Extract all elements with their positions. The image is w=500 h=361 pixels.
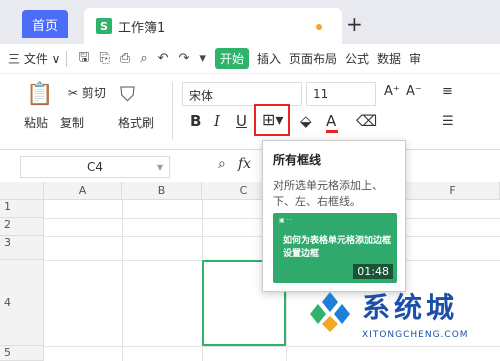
font-color-icon[interactable]: A (326, 112, 338, 133)
chevron-down-icon[interactable]: ▾ (157, 157, 163, 177)
divider (172, 82, 173, 140)
row-header-5[interactable]: 5 (0, 346, 44, 361)
wps-logo-icon: ▣ ··· (279, 217, 293, 224)
new-tab-button[interactable]: + (346, 12, 363, 36)
menu-data[interactable]: 数据 (377, 50, 401, 67)
menu-start[interactable]: 开始 (214, 48, 249, 69)
file-menu[interactable]: 三 文件 ∨ (8, 50, 60, 67)
row-header-3[interactable]: 3 (0, 236, 44, 260)
ribbon: 📋 粘贴 ✂ 剪切 复制 ⛉ 格式刷 宋体 11 A⁺ A⁻ B I U ⊞▾ … (0, 74, 500, 150)
copy-button[interactable]: 复制 (60, 114, 84, 131)
increase-font-icon[interactable]: A⁺ (384, 84, 400, 99)
column-header-a[interactable]: A (44, 182, 122, 200)
print-icon[interactable]: ⎙ (120, 51, 130, 66)
name-box[interactable]: C4 ▾ (20, 156, 170, 178)
italic-button[interactable]: I (214, 112, 220, 130)
video-title: 如何为表格单元格添加边框设置边框 (283, 236, 392, 259)
tutorial-video-thumbnail[interactable]: ▣ ··· 如何为表格单元格添加边框设置边框 01:48 (273, 213, 397, 283)
tooltip-description: 对所选单元格添加上、下、左、右框线。 (273, 179, 383, 208)
column-header-f[interactable]: F (406, 182, 500, 200)
tooltip-title: 所有框线 (273, 153, 322, 167)
watermark: 系统城 XITONGCHENG.COM (308, 284, 498, 354)
underline-button[interactable]: U (236, 112, 247, 130)
format-painter-button[interactable]: 格式刷 (118, 114, 154, 131)
decrease-font-icon[interactable]: A⁻ (406, 84, 422, 99)
save-icon[interactable]: 🖫 (78, 48, 89, 70)
menu-formula[interactable]: 公式 (345, 50, 369, 67)
column-header-b[interactable]: B (122, 182, 202, 200)
menu-insert[interactable]: 插入 (257, 50, 281, 67)
row-header-2[interactable]: 2 (0, 218, 44, 236)
name-box-value: C4 (86, 160, 103, 174)
clear-format-icon[interactable]: ⌫ (356, 112, 377, 130)
align-left-icon[interactable]: ☰ (442, 114, 454, 129)
borders-tooltip: 所有框线 对所选单元格添加上、下、左、右框线。 ▣ ··· 如何为表格单元格添加… (262, 140, 406, 292)
function-icon[interactable]: fx (238, 156, 251, 172)
grid-line (122, 200, 123, 361)
menu-page-layout[interactable]: 页面布局 (289, 50, 337, 67)
quick-access-dropdown-icon[interactable]: ▾ (199, 51, 206, 66)
watermark-title: 系统城 (362, 291, 459, 324)
paste-icon[interactable]: 📋 (26, 82, 53, 107)
menu-review[interactable]: 审 (409, 50, 421, 67)
format-painter-icon[interactable]: ⛉ (120, 82, 135, 106)
menu-bar: 三 文件 ∨ 🖫 ⎘ ⎙ ⌕ ↶ ↷ ▾ 开始 插入 页面布局 公式 数据 审 (0, 44, 500, 74)
redo-icon[interactable]: ↷ (179, 51, 190, 66)
row-header-4[interactable]: 4 (0, 260, 44, 346)
fill-color-icon[interactable]: ⬙ (300, 112, 312, 130)
tab-workbook[interactable]: S 工作簿1 (84, 8, 342, 44)
paste-button[interactable]: 粘贴 (24, 114, 48, 131)
preview-icon[interactable]: ⌕ (140, 51, 147, 66)
select-all-corner[interactable] (0, 182, 44, 200)
title-tab-bar: 首页 S 工作簿1 + (0, 0, 500, 44)
unsaved-dot-icon (316, 24, 322, 30)
row-header-1[interactable]: 1 (0, 200, 44, 218)
cut-button[interactable]: ✂ 剪切 (68, 84, 106, 101)
spreadsheet-icon: S (96, 18, 112, 34)
formula-bar: C4 ▾ ⌕ fx (0, 150, 500, 182)
tab-workbook-label: 工作簿1 (118, 20, 166, 36)
watermark-logo-icon (310, 292, 350, 332)
borders-icon: ⊞▾ (262, 110, 284, 129)
search-icon[interactable]: ⌕ (218, 156, 226, 172)
align-top-icon[interactable]: ≡ (442, 84, 453, 99)
font-size-select[interactable]: 11 (306, 82, 376, 106)
divider (66, 50, 68, 67)
bold-button[interactable]: B (190, 112, 201, 130)
tab-home[interactable]: 首页 (22, 10, 68, 38)
undo-icon[interactable]: ↶ (158, 51, 169, 66)
video-duration: 01:48 (353, 264, 393, 279)
watermark-subtitle: XITONGCHENG.COM (362, 330, 469, 340)
font-family-select[interactable]: 宋体 (182, 82, 302, 106)
export-icon[interactable]: ⎘ (100, 51, 110, 66)
